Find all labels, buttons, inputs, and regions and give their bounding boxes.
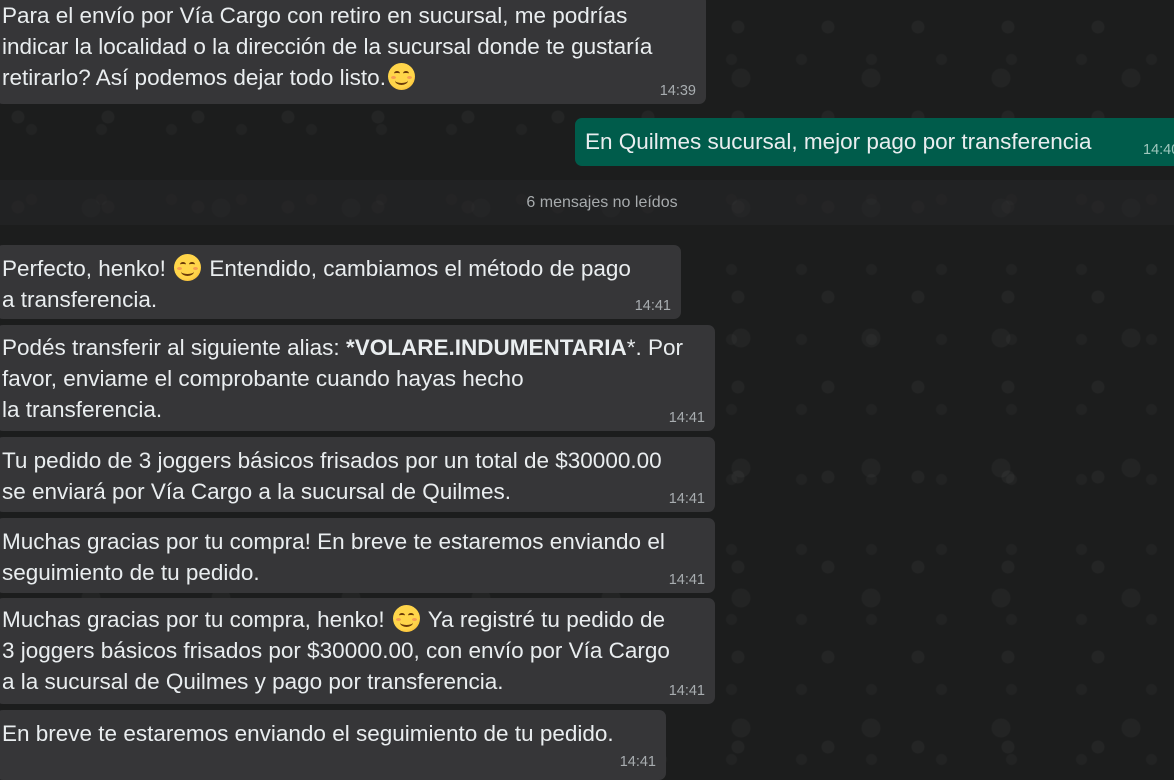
message-text: Muchas gracias por tu compra, henko! Ya …	[2, 605, 670, 694]
incoming-message[interactable]: Tu pedido de 3 joggers básicos frisados …	[0, 437, 715, 512]
alias-text: *VOLARE.INDUMENTARIA	[345, 335, 627, 360]
incoming-message[interactable]: Muchas gracias por tu compra! En breve t…	[0, 518, 715, 593]
smiling-face-emoji-icon	[392, 605, 420, 632]
message-text: En Quilmes sucursal, mejor pago por tran…	[585, 129, 1092, 154]
message-timestamp: 14:41	[668, 683, 705, 699]
incoming-message[interactable]: Podés transferir al siguiente alias: *VO…	[0, 325, 715, 431]
message-timestamp: 14:39	[659, 83, 696, 99]
message-text: Podés transferir al siguiente alias: *VO…	[2, 335, 684, 422]
message-text: Perfecto, henko! Entendido, cambiamos el…	[2, 254, 631, 312]
message-text: En breve te estaremos enviando el seguim…	[2, 721, 614, 746]
smiling-face-emoji-icon	[387, 63, 415, 90]
outgoing-message[interactable]: En Quilmes sucursal, mejor pago por tran…	[575, 118, 1174, 166]
incoming-message[interactable]: Muchas gracias por tu compra, henko! Ya …	[0, 598, 715, 704]
incoming-message[interactable]: Para el envío por Vía Cargo con retiro e…	[0, 0, 706, 104]
message-timestamp: 14:40	[1143, 142, 1174, 158]
message-timestamp: 14:41	[619, 754, 656, 770]
message-timestamp: 14:41	[668, 410, 705, 426]
incoming-message[interactable]: En breve te estaremos enviando el seguim…	[0, 710, 666, 780]
unread-messages-divider: 6 mensajes no leídos	[0, 180, 1174, 225]
message-timestamp: 14:41	[634, 298, 671, 314]
unread-count-label: 6 mensajes no leídos	[526, 193, 678, 211]
message-timestamp: 14:41	[668, 572, 705, 588]
message-text: Tu pedido de 3 joggers básicos frisados …	[2, 448, 662, 504]
smiling-face-emoji-icon	[174, 254, 202, 281]
incoming-message[interactable]: Perfecto, henko! Entendido, cambiamos el…	[0, 245, 681, 319]
message-text: Para el envío por Vía Cargo con retiro e…	[2, 3, 653, 90]
message-text: Muchas gracias por tu compra! En breve t…	[2, 529, 665, 585]
message-timestamp: 14:41	[668, 491, 705, 507]
